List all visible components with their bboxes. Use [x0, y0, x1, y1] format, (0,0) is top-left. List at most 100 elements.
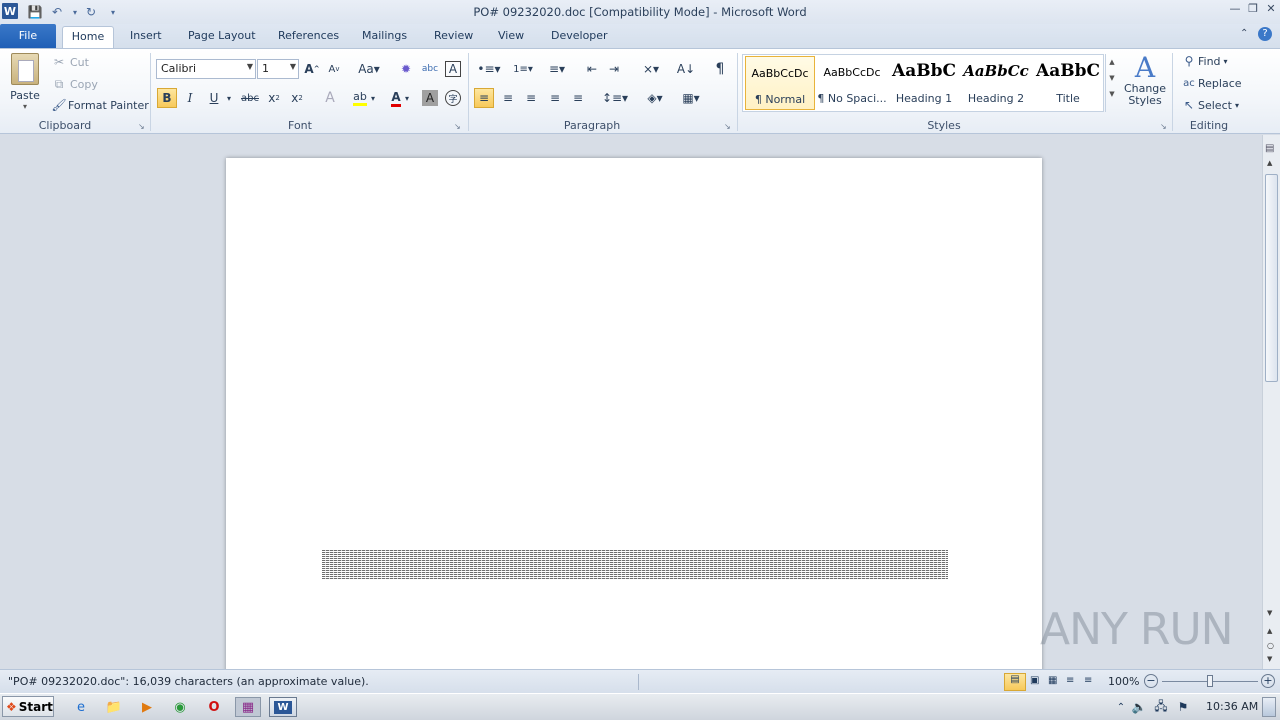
character-border-icon[interactable]: A: [445, 61, 461, 77]
style-heading-1[interactable]: AaBbC Heading 1: [889, 56, 959, 110]
maximize-button[interactable]: ❐: [1244, 2, 1262, 18]
numbering-icon[interactable]: 1≡▾: [508, 59, 538, 79]
decrease-indent-icon[interactable]: ⇤: [582, 59, 602, 79]
find-button[interactable]: ⚲ Find ▾: [1180, 52, 1228, 70]
asian-layout-icon[interactable]: ⨯▾: [638, 59, 664, 79]
previous-page-icon[interactable]: ▲: [1267, 627, 1272, 635]
text-effects-icon[interactable]: A: [320, 88, 340, 108]
scroll-down-icon[interactable]: ▼: [1106, 74, 1118, 82]
increase-indent-icon[interactable]: ⇥: [604, 59, 624, 79]
tab-references[interactable]: References: [268, 26, 349, 48]
word-taskbar-button[interactable]: W: [269, 697, 297, 717]
bullets-icon[interactable]: •≡▾: [476, 59, 502, 79]
minimize-ribbon-icon[interactable]: ⌃: [1240, 28, 1248, 39]
start-button[interactable]: ❖ Start: [2, 696, 54, 717]
align-center-button[interactable]: ≡: [498, 88, 518, 108]
scroll-up-icon[interactable]: ▲: [1106, 58, 1118, 66]
tab-mailings[interactable]: Mailings: [352, 26, 417, 48]
zoom-in-icon[interactable]: +: [1261, 674, 1275, 688]
bold-button[interactable]: B: [157, 88, 177, 108]
style-title[interactable]: AaBbC Title: [1033, 56, 1103, 110]
outline-view-icon[interactable]: ≡: [1066, 675, 1074, 686]
full-screen-reading-icon[interactable]: ▣: [1030, 675, 1039, 686]
paragraph-launcher-icon[interactable]: ↘: [724, 122, 731, 131]
draft-view-icon[interactable]: ≡: [1084, 675, 1092, 686]
clear-formatting-icon[interactable]: ✹: [396, 59, 416, 79]
enclose-characters-icon[interactable]: 字: [445, 90, 461, 106]
tab-view[interactable]: View: [488, 26, 534, 48]
phonetic-guide-icon[interactable]: abc: [420, 59, 440, 79]
close-button[interactable]: ✕: [1262, 2, 1280, 18]
underline-dropdown-icon[interactable]: ▾: [224, 88, 234, 108]
styles-gallery-scroll[interactable]: ▲ ▼ ▼: [1105, 54, 1118, 112]
show-desktop-button[interactable]: [1262, 697, 1276, 717]
highlight-icon[interactable]: ab: [350, 88, 370, 108]
internet-explorer-icon[interactable]: e: [70, 697, 92, 717]
print-layout-view-icon[interactable]: ▤: [1004, 673, 1026, 691]
character-shading-icon[interactable]: A: [422, 90, 438, 106]
copy-button[interactable]: ⧉ Copy: [50, 75, 98, 93]
grow-font-icon[interactable]: A ^: [302, 59, 322, 79]
superscript-button[interactable]: x2: [287, 88, 307, 108]
folder-icon[interactable]: 📁: [103, 697, 125, 717]
browse-object-icon[interactable]: ○: [1267, 641, 1274, 650]
change-styles-button[interactable]: A Change Styles: [1122, 53, 1168, 117]
strikethrough-button[interactable]: abc: [240, 88, 260, 108]
align-left-button[interactable]: ≡: [474, 88, 494, 108]
justify-button[interactable]: ≡: [545, 88, 565, 108]
underline-button[interactable]: U: [204, 88, 224, 108]
winrar-icon[interactable]: ▦: [235, 697, 261, 717]
font-color-dropdown-icon[interactable]: ▾: [402, 88, 412, 108]
distributed-button[interactable]: ≡: [568, 88, 588, 108]
sort-icon[interactable]: A↓: [676, 59, 696, 79]
replace-button[interactable]: ac Replace: [1180, 74, 1241, 92]
zoom-slider-thumb[interactable]: [1207, 675, 1213, 687]
network-icon[interactable]: 🖧: [1150, 697, 1172, 717]
tab-insert[interactable]: Insert: [120, 26, 172, 48]
ruler-toggle-icon[interactable]: ▤: [1265, 143, 1274, 154]
styles-launcher-icon[interactable]: ↘: [1160, 122, 1167, 131]
cut-button[interactable]: ✂ Cut: [50, 53, 89, 71]
scrollbar-thumb[interactable]: [1265, 174, 1278, 382]
font-size-combo[interactable]: 1 ▼: [257, 59, 299, 79]
document-page[interactable]: [226, 158, 1042, 678]
align-right-button[interactable]: ≡: [521, 88, 541, 108]
style-normal[interactable]: AaBbCcDc ¶ Normal: [745, 56, 815, 110]
italic-button[interactable]: I: [180, 88, 200, 108]
paste-button[interactable]: Paste ▾: [6, 53, 44, 117]
borders-icon[interactable]: ▦▾: [678, 88, 704, 108]
show-formatting-marks-icon[interactable]: ¶: [710, 59, 730, 79]
tab-developer[interactable]: Developer: [541, 26, 618, 48]
shading-icon[interactable]: ◈▾: [642, 88, 668, 108]
opera-icon[interactable]: O: [203, 697, 225, 717]
media-player-icon[interactable]: ▶: [136, 697, 158, 717]
highlight-dropdown-icon[interactable]: ▾: [368, 88, 378, 108]
tab-file[interactable]: File: [0, 24, 56, 48]
tab-home[interactable]: Home: [62, 26, 114, 48]
help-icon[interactable]: ?: [1258, 27, 1272, 41]
tab-page-layout[interactable]: Page Layout: [178, 26, 266, 48]
subscript-button[interactable]: x2: [264, 88, 284, 108]
action-center-flag-icon[interactable]: ⚑: [1172, 697, 1194, 717]
change-case-icon[interactable]: Aa▾: [356, 59, 382, 79]
chrome-icon[interactable]: ◉: [169, 697, 191, 717]
taskbar-clock[interactable]: 10:36 AM: [1206, 700, 1258, 713]
style-no-spacing[interactable]: AaBbCcDc ¶ No Spaci...: [817, 56, 887, 110]
next-page-icon[interactable]: ▼: [1267, 655, 1272, 663]
font-name-combo[interactable]: Calibri ▼: [156, 59, 256, 79]
scroll-down-icon[interactable]: ▼: [1267, 609, 1272, 617]
format-painter-button[interactable]: 🖌 Format Painter: [50, 96, 148, 114]
shrink-font-icon[interactable]: Av: [324, 59, 344, 79]
select-button[interactable]: ↖ Select ▾: [1180, 96, 1239, 114]
zoom-level[interactable]: 100%: [1108, 675, 1139, 688]
line-spacing-icon[interactable]: ↕≡▾: [602, 88, 628, 108]
font-launcher-icon[interactable]: ↘: [454, 122, 461, 131]
multilevel-list-icon[interactable]: ≡▾: [544, 59, 570, 79]
more-styles-icon[interactable]: ▼: [1106, 90, 1118, 98]
scroll-up-icon[interactable]: ▲: [1267, 159, 1272, 167]
tab-review[interactable]: Review: [424, 26, 483, 48]
zoom-out-icon[interactable]: −: [1144, 674, 1158, 688]
volume-icon[interactable]: 🔈: [1128, 697, 1150, 717]
style-heading-2[interactable]: AaBbCc Heading 2: [961, 56, 1031, 110]
clipboard-launcher-icon[interactable]: ↘: [138, 122, 145, 131]
